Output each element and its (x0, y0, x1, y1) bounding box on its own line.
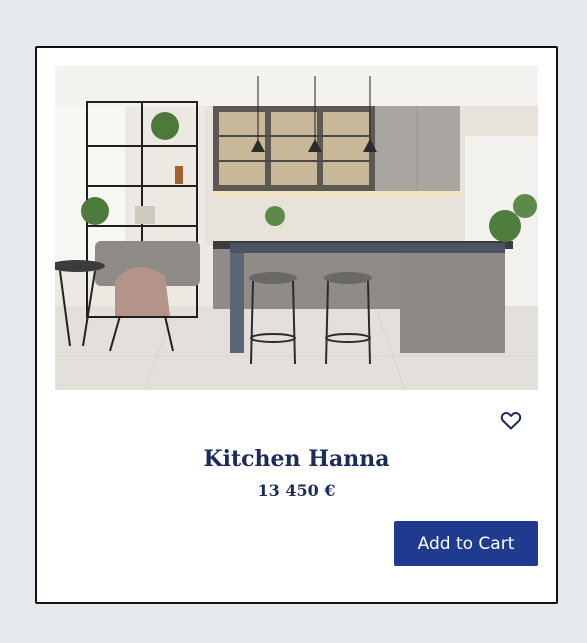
product-image[interactable] (55, 66, 538, 390)
product-price: 13 450 € (257, 481, 336, 500)
product-card: Kitchen Hanna 13 450 € Add to Cart (35, 46, 558, 604)
heart-outline-icon (500, 411, 522, 430)
product-title: Kitchen Hanna (203, 446, 390, 472)
favorite-button[interactable] (499, 408, 523, 432)
add-to-cart-button[interactable]: Add to Cart (394, 521, 538, 566)
